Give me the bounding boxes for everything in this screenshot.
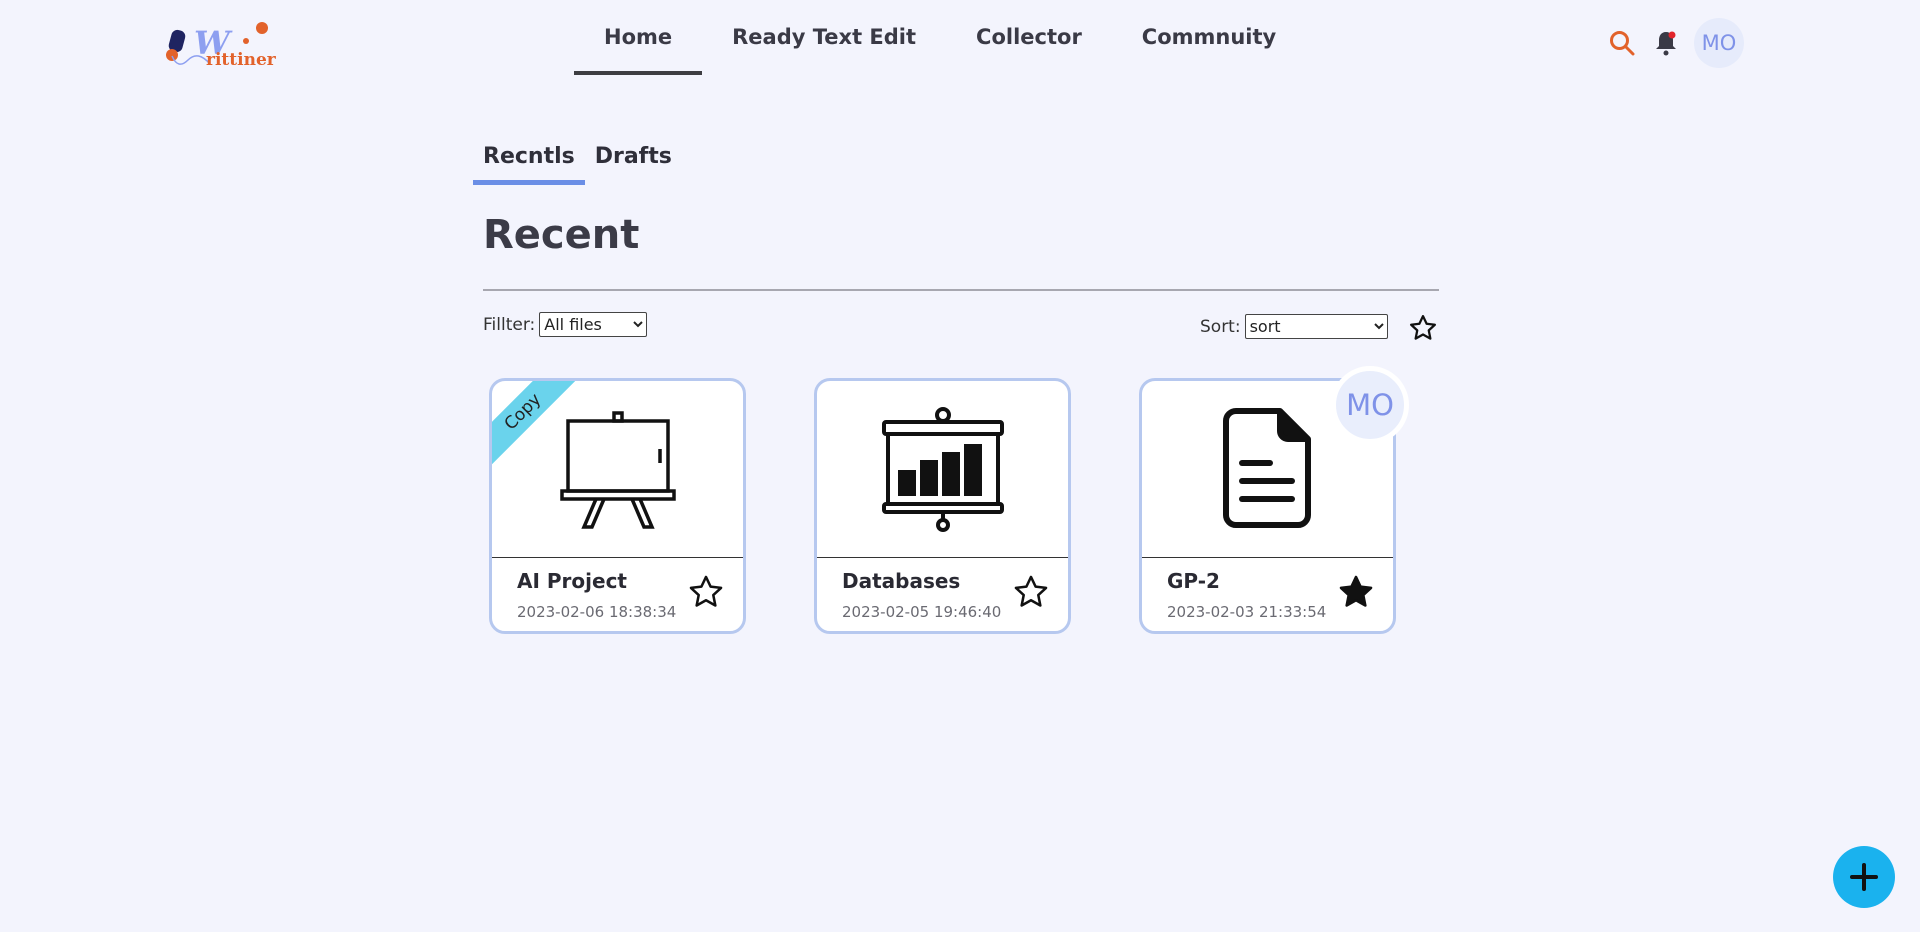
sort-control: Sort: sort (1200, 314, 1388, 339)
favorites-filter-star-icon[interactable] (1408, 313, 1438, 343)
content-tabs: Recntls Drafts (473, 140, 682, 185)
card-separator (492, 557, 743, 558)
bell-icon[interactable] (1650, 24, 1682, 62)
star-icon[interactable] (1012, 573, 1050, 611)
card-separator (1142, 557, 1393, 558)
filter-control: Fillter: All files (483, 312, 648, 337)
filter-select[interactable]: All files (539, 312, 648, 337)
card-owner-avatar: MO (1331, 366, 1409, 444)
user-avatar[interactable]: MO (1694, 18, 1744, 68)
header-actions: MO (1606, 18, 1744, 68)
search-icon[interactable] (1606, 24, 1638, 62)
page-title: Recent (483, 212, 640, 258)
file-card[interactable]: Databases 2023-02-05 19:46:40 (814, 378, 1071, 634)
divider (483, 289, 1439, 291)
nav-item-home[interactable]: Home (574, 0, 703, 75)
card-date: 2023-02-06 18:38:34 (517, 603, 677, 621)
file-card[interactable]: Copy AI Project 2023-02-06 18:38:34 (489, 378, 746, 634)
main-nav: Home Ready Text Edit Collector Commnuity (574, 0, 1306, 75)
plus-icon (1850, 863, 1878, 891)
sort-select[interactable]: sort (1244, 314, 1388, 339)
app-logo[interactable]: W rittiner (166, 22, 276, 72)
presentation-chart-icon (817, 381, 1068, 557)
star-filled-icon[interactable] (1337, 573, 1375, 611)
logo-wordmark: rittiner (206, 50, 276, 70)
card-date: 2023-02-05 19:46:40 (842, 603, 1002, 621)
sort-label: Sort: (1200, 316, 1241, 337)
card-title: AI Project (517, 569, 627, 593)
nav-item-community[interactable]: Commnuity (1112, 0, 1306, 75)
tab-recents[interactable]: Recntls (473, 140, 585, 185)
add-file-button[interactable] (1833, 846, 1895, 908)
card-title: Databases (842, 569, 961, 593)
card-title: GP-2 (1167, 569, 1220, 593)
filter-label: Fillter: (483, 314, 536, 335)
card-date: 2023-02-03 21:33:54 (1167, 603, 1327, 621)
nav-item-collector[interactable]: Collector (946, 0, 1112, 75)
card-separator (817, 557, 1068, 558)
star-icon[interactable] (687, 573, 725, 611)
nav-item-ready-text-edit[interactable]: Ready Text Edit (702, 0, 946, 75)
tab-drafts[interactable]: Drafts (585, 140, 682, 185)
